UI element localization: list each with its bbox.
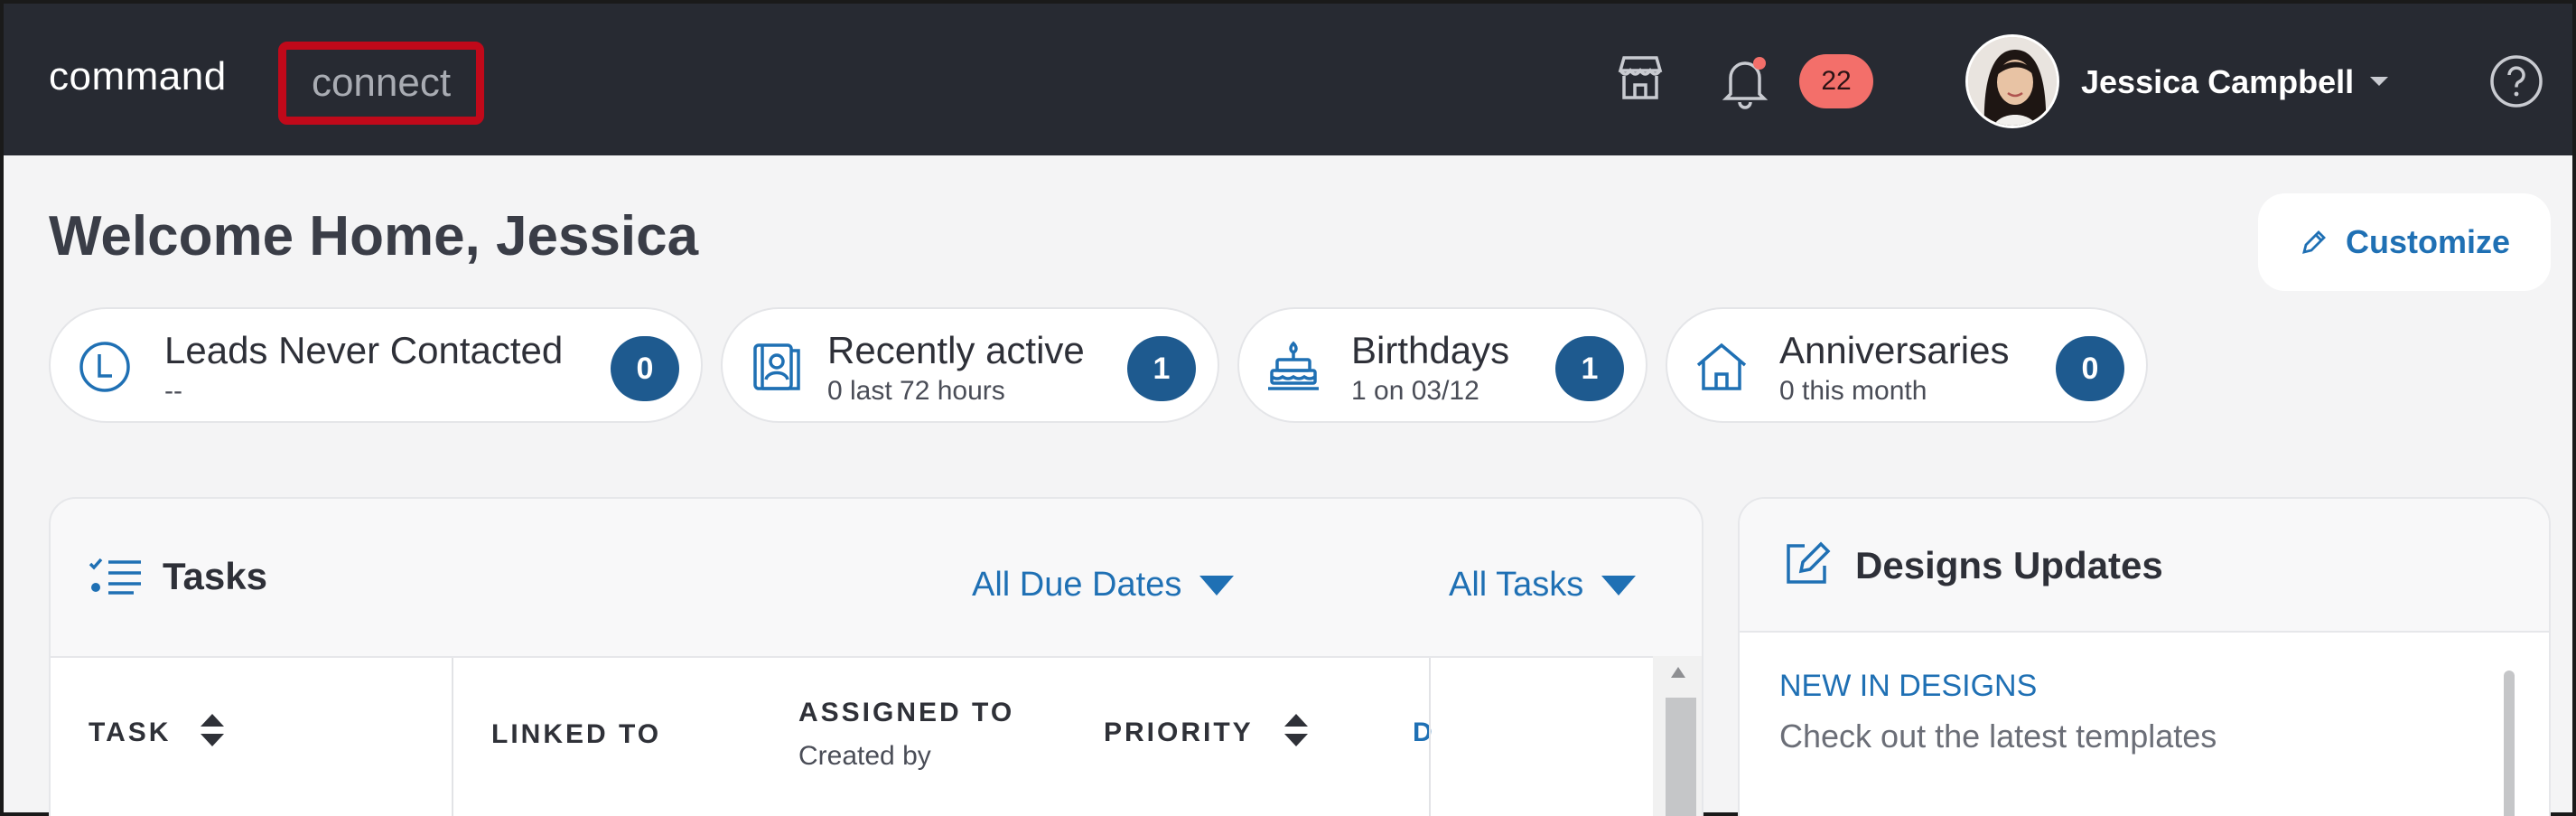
column-divider (1429, 658, 1431, 816)
stat-count-badge: 1 (1127, 336, 1196, 401)
stat-title: Birthdays (1351, 329, 1510, 371)
sort-icon[interactable] (1283, 712, 1310, 748)
stat-card-leads[interactable]: Leads Never Contacted -- 0 (49, 307, 703, 423)
stat-card-recently-active[interactable]: Recently active 0 last 72 hours 1 (721, 307, 1219, 423)
tasks-panel: Tasks All Due Dates All Tasks TASK LINKE… (49, 497, 1703, 816)
all-tasks-filter[interactable]: All Tasks (1449, 566, 1637, 605)
column-header-truncated[interactable]: D (1413, 718, 1435, 748)
stat-count-badge: 0 (2056, 336, 2124, 401)
chevron-down-icon (1601, 575, 1637, 596)
bell-icon[interactable] (1714, 51, 1776, 112)
brand-connect-link[interactable]: connect (278, 42, 484, 125)
column-divider (452, 658, 453, 816)
stat-count-badge: 1 (1555, 336, 1624, 401)
stat-card-birthdays[interactable]: Birthdays 1 on 03/12 1 (1237, 307, 1647, 423)
page-title: Welcome Home, Jessica (49, 205, 699, 267)
tasks-table-header: TASK LINKED TO ASSIGNED TO Created by PR… (51, 656, 1653, 816)
column-header-label: TASK (89, 718, 172, 747)
column-header-label: PRIORITY (1104, 718, 1254, 747)
stat-title: Recently active (827, 329, 1085, 371)
stat-subtitle: 0 this month (1779, 376, 1927, 406)
stat-count-badge: 0 (611, 336, 679, 401)
column-header-created-by: Created by (798, 741, 931, 771)
stat-title: Leads Never Contacted (164, 329, 564, 371)
customize-label: Customize (2345, 223, 2511, 260)
scroll-up-icon[interactable] (1669, 665, 1687, 680)
sort-icon[interactable] (199, 712, 226, 748)
cake-icon (1265, 338, 1322, 396)
stat-subtitle: 1 on 03/12 (1351, 376, 1479, 406)
house-icon (1693, 338, 1750, 396)
stat-subtitle: -- (164, 376, 182, 406)
designs-panel: Designs Updates NEW IN DESIGNS Check out… (1738, 497, 2551, 816)
new-in-designs-link[interactable]: NEW IN DESIGNS (1779, 669, 2037, 704)
stat-title: Anniversaries (1779, 329, 2010, 371)
designs-description: Check out the latest templates (1779, 718, 2217, 755)
column-header-task[interactable]: TASK (89, 718, 171, 748)
tasks-title: Tasks (163, 555, 267, 597)
designs-scrollbar[interactable] (2504, 671, 2515, 816)
column-header-linked-to: LINKED TO (491, 719, 662, 749)
clock-l-icon (76, 338, 134, 396)
due-dates-filter-label: All Due Dates (972, 566, 1182, 604)
stat-subtitle: 0 last 72 hours (827, 376, 1005, 406)
user-name[interactable]: Jessica Campbell (2081, 63, 2354, 101)
chevron-down-icon (1199, 575, 1235, 596)
store-icon[interactable] (1611, 49, 1669, 107)
stat-card-anniversaries[interactable]: Anniversaries 0 this month 0 (1666, 307, 2148, 423)
customize-button[interactable]: Customize (2258, 193, 2551, 291)
chevron-down-icon[interactable] (2366, 72, 2392, 90)
avatar[interactable] (1965, 34, 2059, 128)
designs-title: Designs Updates (1855, 544, 2163, 586)
task-list-icon (89, 557, 143, 596)
brand-connect-label: connect (311, 61, 452, 105)
brand-command-link[interactable]: command (49, 54, 227, 99)
top-bar: command connect 22 Jessica Campbell (4, 4, 2572, 155)
notification-count-badge[interactable]: 22 (1799, 54, 1873, 108)
contact-card-icon (748, 338, 806, 396)
edit-square-icon (1781, 539, 1832, 589)
column-header-assigned-to: ASSIGNED TO (798, 698, 1015, 727)
help-icon[interactable] (2487, 52, 2545, 110)
all-tasks-filter-label: All Tasks (1449, 566, 1584, 604)
column-header-priority[interactable]: PRIORITY (1104, 718, 1254, 748)
pencil-icon (2302, 230, 2326, 254)
tasks-scroll-thumb[interactable] (1666, 698, 1696, 816)
due-dates-filter[interactable]: All Due Dates (972, 566, 1235, 605)
